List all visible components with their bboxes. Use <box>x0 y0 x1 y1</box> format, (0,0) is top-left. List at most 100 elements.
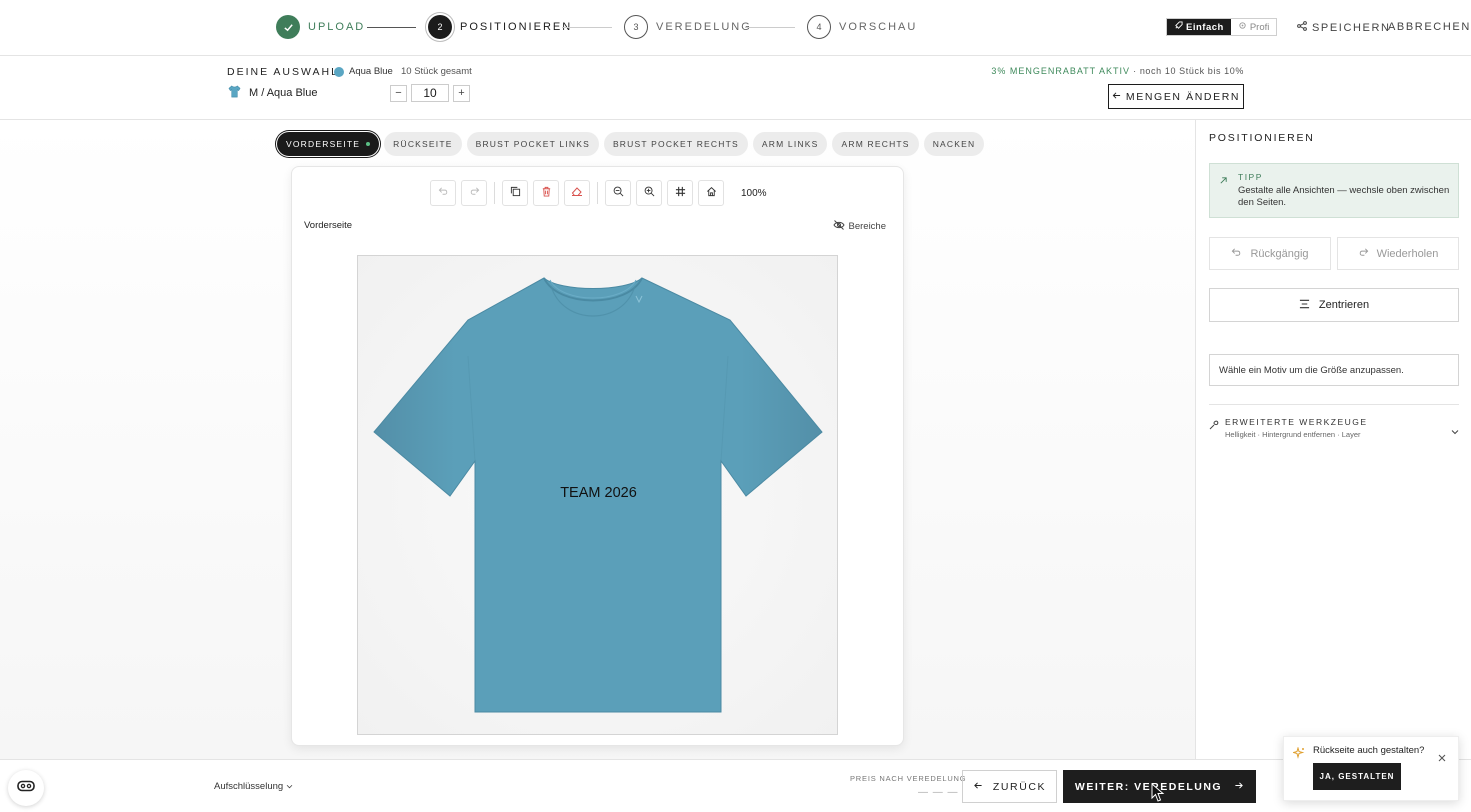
redo-tool-button[interactable] <box>461 180 487 206</box>
size-color-item: M / Aqua Blue <box>228 85 318 101</box>
motif-text[interactable]: TEAM 2026 <box>358 485 839 501</box>
back-label: ZURÜCK <box>992 780 1047 793</box>
zoom-in-icon <box>644 184 655 202</box>
quantity-input[interactable]: 10 <box>411 84 449 102</box>
undo-icon <box>438 184 449 202</box>
redo-button[interactable]: Wiederholen <box>1337 237 1459 270</box>
selection-bar: DEINE AUSWAHL Aqua Blue 10 Stück gesamt … <box>0 56 1471 120</box>
tab-brust-pocket-rechts[interactable]: BRUST POCKET RECHTS <box>603 132 748 156</box>
view-tabs: VORDERSEITE RÜCKSEITE BRUST POCKET LINKS… <box>277 132 985 156</box>
cancel-button[interactable]: ABBRECHEN <box>1388 21 1471 33</box>
mode-simple-button[interactable]: Einfach <box>1167 19 1231 35</box>
arrow-up-right-icon <box>1219 172 1228 190</box>
save-button[interactable]: SPEICHERN <box>1297 21 1391 34</box>
tab-arm-rechts[interactable]: ARM RECHTS <box>832 132 919 156</box>
rocket-icon <box>1174 21 1183 33</box>
step-vorschau[interactable]: 4 VORSCHAU <box>807 15 917 39</box>
tab-arm-links[interactable]: ARM LINKS <box>752 132 828 156</box>
confirm-design-back-button[interactable]: JA, GESTALTEN <box>1313 763 1401 790</box>
arrow-right-icon <box>1234 781 1244 793</box>
areas-toggle[interactable]: Bereiche <box>832 220 887 233</box>
zoom-out-button[interactable] <box>605 180 631 206</box>
change-quantities-button[interactable]: MENGEN ÄNDERN <box>1108 84 1244 109</box>
print-stage[interactable]: TEAM 2026 <box>357 255 838 735</box>
center-button[interactable]: Zentrieren <box>1209 288 1459 322</box>
step-connector <box>562 27 612 28</box>
eye-off-icon <box>832 220 845 233</box>
zoom-out-icon <box>613 184 624 202</box>
breakdown-toggle[interactable]: Aufschlüsselung <box>214 781 293 792</box>
step-veredelung[interactable]: 3 VEREDELUNG <box>624 15 752 39</box>
tip-box: TIPP Gestalte alle Ansichten — wechsle o… <box>1209 163 1459 218</box>
undo-tool-button[interactable] <box>430 180 456 206</box>
step-positionieren[interactable]: 2 POSITIONIEREN <box>428 15 572 39</box>
advanced-tools-toggle[interactable]: ERWEITERTE WERKZEUGE Helligkeit · Hinter… <box>1209 417 1459 439</box>
undo-icon <box>1231 247 1242 261</box>
view-label: Vorderseite <box>304 220 353 231</box>
tab-label: BRUST POCKET LINKS <box>475 139 590 149</box>
discount-active: 3% MENGENRABATT AKTIV <box>991 66 1131 76</box>
color-swatch <box>334 66 344 77</box>
next-label: WEITER: VEREDELUNG <box>1074 780 1223 793</box>
step-label: VEREDELUNG <box>656 21 752 33</box>
eraser-icon <box>571 184 583 202</box>
total-count: 10 Stück gesamt <box>401 66 472 77</box>
tab-nacken[interactable]: NACKEN <box>923 132 985 156</box>
increase-button[interactable]: + <box>453 84 470 102</box>
chevron-down-icon <box>286 781 293 792</box>
step-number: 2 <box>428 15 452 39</box>
toast-message: Rückseite auch gestalten? <box>1313 745 1425 756</box>
check-icon <box>276 15 300 39</box>
bottom-bar: Aufschlüsselung PREIS NACH VEREDELUNG — … <box>0 759 1471 812</box>
ar-view-button[interactable] <box>8 770 44 806</box>
tab-brust-pocket-links[interactable]: BRUST POCKET LINKS <box>466 132 599 156</box>
mode-pro-button[interactable]: Profi <box>1231 19 1277 35</box>
tshirt-icon <box>228 85 241 101</box>
back-button[interactable]: ZURÜCK <box>962 770 1057 803</box>
mouse-cursor-icon <box>1151 782 1165 808</box>
editor-toolbar: 100% <box>430 180 767 206</box>
tab-label: ARM LINKS <box>761 139 819 149</box>
home-icon <box>706 184 717 202</box>
tab-rueckseite[interactable]: RÜCKSEITE <box>384 132 462 156</box>
reset-view-button[interactable] <box>698 180 724 206</box>
quantity-stepper: − 10 + <box>390 84 470 102</box>
tab-vorderseite[interactable]: VORDERSEITE <box>277 132 380 156</box>
top-bar: UPLOAD 2 POSITIONIEREN 3 VEREDELUNG 4 VO… <box>0 0 1471 56</box>
areas-label: Bereiche <box>848 221 887 232</box>
design-back-toast: Rückseite auch gestalten? JA, GESTALTEN <box>1283 736 1459 801</box>
right-panel: POSITIONIEREN TIPP Gestalte alle Ansicht… <box>1195 120 1471 759</box>
discount-info: 3% MENGENRABATT AKTIV · noch 10 Stück bi… <box>991 66 1244 76</box>
wrench-icon <box>1209 417 1219 435</box>
step-connector <box>367 27 416 28</box>
arrow-left-icon <box>1112 91 1121 103</box>
redo-icon <box>469 184 480 202</box>
duplicate-button[interactable] <box>502 180 528 206</box>
panel-title: POSITIONIEREN <box>1209 132 1315 144</box>
zoom-in-button[interactable] <box>636 180 662 206</box>
mode-toggle: Einfach Profi <box>1166 18 1278 36</box>
sparkle-icon <box>1291 746 1305 764</box>
step-upload[interactable]: UPLOAD <box>276 15 365 39</box>
toolbar-divider <box>494 182 495 204</box>
decrease-button[interactable]: − <box>390 84 407 102</box>
step-number: 4 <box>807 15 831 39</box>
tab-label: ARM RECHTS <box>841 139 910 149</box>
advanced-tools-subtitle: Helligkeit · Hintergrund entfernen · Lay… <box>1225 430 1361 439</box>
close-icon[interactable] <box>1438 749 1446 767</box>
copy-icon <box>510 184 521 202</box>
step-label: VORSCHAU <box>839 21 918 33</box>
panel-divider <box>1209 404 1459 405</box>
tab-label: RÜCKSEITE <box>393 139 453 149</box>
tab-label: VORDERSEITE <box>286 139 361 149</box>
cancel-label: ABBRECHEN <box>1388 21 1471 33</box>
step-label: UPLOAD <box>308 21 366 33</box>
undo-button[interactable]: Rückgängig <box>1209 237 1331 270</box>
grid-icon <box>675 184 686 202</box>
breakdown-label: Aufschlüsselung <box>214 781 284 792</box>
grid-button[interactable] <box>667 180 693 206</box>
selected-color: Aqua Blue <box>334 66 393 77</box>
delete-button[interactable] <box>533 180 559 206</box>
tab-label: NACKEN <box>932 139 976 149</box>
erase-button[interactable] <box>564 180 590 206</box>
